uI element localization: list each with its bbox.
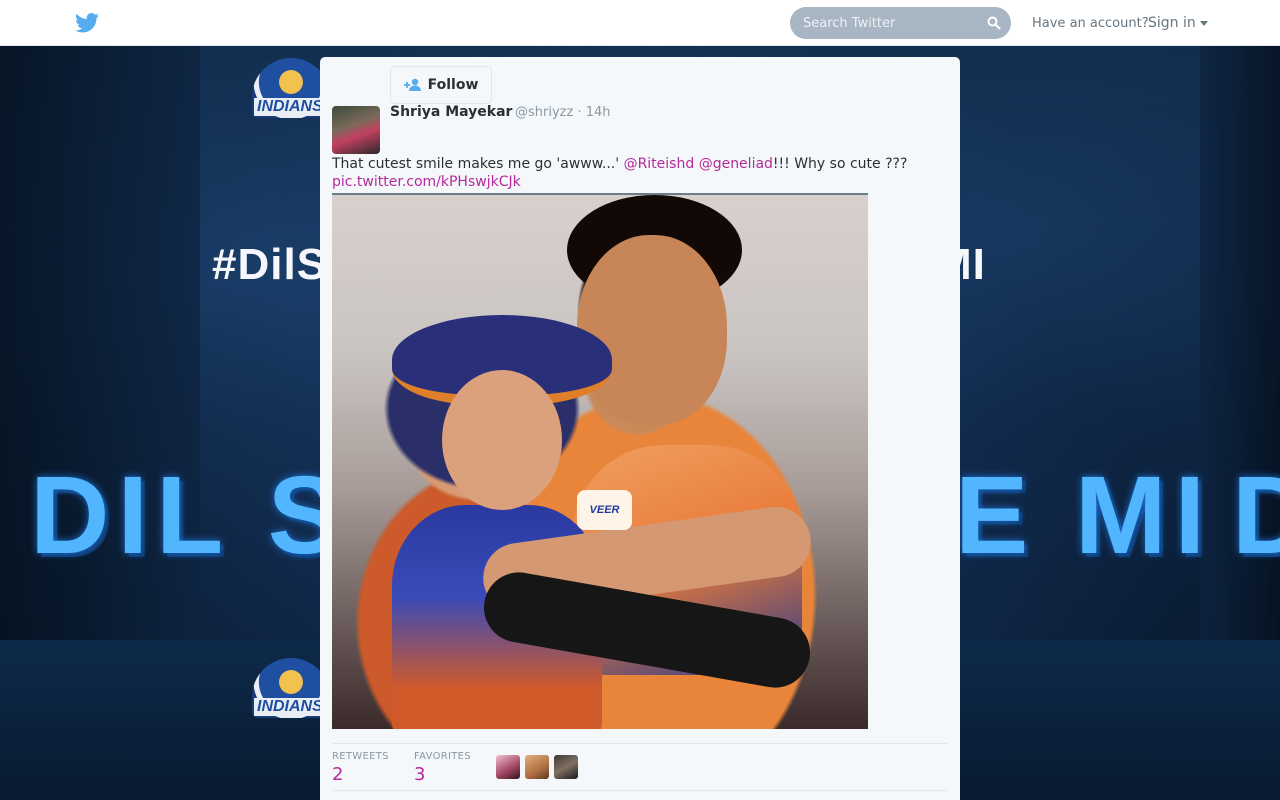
photo-figure-part xyxy=(577,235,727,425)
follow-label: Follow xyxy=(427,77,479,93)
stats-divider-bottom xyxy=(332,790,948,791)
favoriter-avatar[interactable] xyxy=(496,755,520,779)
top-navigation-bar: Have an account? Sign in xyxy=(0,0,1280,46)
background-hashtag: #DilS xyxy=(212,240,328,289)
sign-in-dropdown[interactable]: Sign in xyxy=(1148,15,1208,31)
tweet-card: Follow Shriya Mayekar @shriyzz · 14h Tha… xyxy=(320,57,960,800)
caret-down-icon xyxy=(1199,20,1208,26)
author-meta: @shriyzz · 14h xyxy=(515,105,611,120)
sign-in-label: Sign in xyxy=(1148,15,1196,31)
tweet-text-body: That cutest smile makes me go 'awww...' xyxy=(332,156,624,172)
search-input[interactable] xyxy=(790,7,1011,39)
retweets-label: RETWEETS xyxy=(332,751,389,762)
photo-figure-part xyxy=(442,370,562,510)
favoriter-avatar[interactable] xyxy=(525,755,549,779)
pic-link[interactable]: pic.twitter.com/kPHswjkCJk xyxy=(332,174,521,190)
follow-user-icon xyxy=(403,78,421,91)
favorites-count[interactable]: 3 xyxy=(414,764,425,785)
favorites-label: FAVORITES xyxy=(414,751,471,762)
team-logo-text: INDIANS xyxy=(254,98,326,116)
background-big-text-far-right: D xyxy=(1232,454,1280,577)
twitter-bird-icon[interactable] xyxy=(75,13,99,33)
have-account-text: Have an account? xyxy=(1032,16,1149,31)
search-box[interactable] xyxy=(790,7,1011,39)
search-icon[interactable] xyxy=(987,16,1001,30)
team-logo: INDIANS xyxy=(252,58,330,118)
favoriter-avatar[interactable] xyxy=(554,755,578,779)
tweet-text-tail: !!! Why so cute ??? xyxy=(772,156,908,172)
team-logo-text: INDIANS xyxy=(254,698,326,716)
background-big-text-right: E MI xyxy=(955,454,1214,577)
author-name[interactable]: Shriya Mayekar xyxy=(390,104,512,120)
background-big-text-left: DIL S xyxy=(30,454,350,577)
tweet-photo[interactable]: VEER xyxy=(332,193,868,729)
mention-link[interactable]: @geneliad xyxy=(699,156,773,172)
stats-divider-top xyxy=(332,743,948,744)
photo-jersey-logo: VEER xyxy=(577,490,632,530)
author-handle[interactable]: @shriyzz xyxy=(515,105,573,120)
mention-link[interactable]: @Riteishd xyxy=(624,156,695,172)
tweet-text: That cutest smile makes me go 'awww...' … xyxy=(332,155,952,191)
retweets-count[interactable]: 2 xyxy=(332,764,343,785)
follow-button[interactable]: Follow xyxy=(390,66,492,104)
author-avatar[interactable] xyxy=(332,106,380,154)
tweet-timestamp[interactable]: 14h xyxy=(586,105,611,120)
